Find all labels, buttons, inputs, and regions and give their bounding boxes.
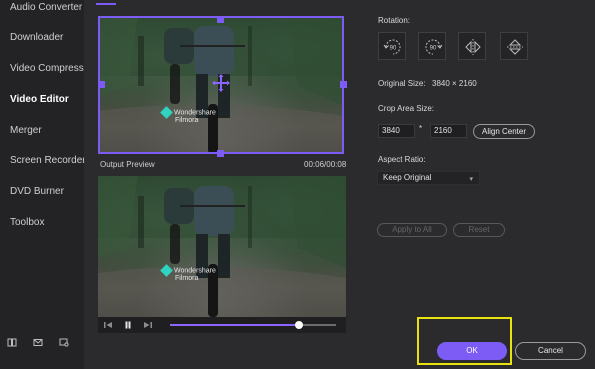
sidebar-item-audio-converter[interactable]: Audio Converter — [10, 2, 82, 13]
rotate-left-icon: 90 — [383, 39, 401, 55]
reset-button[interactable]: Reset — [453, 223, 505, 237]
cyclist — [164, 186, 245, 317]
chevron-down-icon: ▾ — [469, 176, 473, 183]
watermark: Wondershare — [160, 264, 216, 277]
crop-height-input[interactable]: 2160 — [430, 124, 467, 138]
crop-handle-left[interactable] — [98, 81, 105, 88]
rotate-right-icon: 90 — [425, 39, 443, 55]
move-cross-icon[interactable] — [212, 74, 230, 92]
timecode: 00:06/00:08 — [304, 160, 347, 169]
progress-fill — [170, 324, 300, 326]
crop-handle-top[interactable] — [217, 16, 224, 23]
original-size-value: 3840 × 2160 — [432, 79, 477, 88]
rotate-right-button[interactable]: 90 — [418, 32, 446, 60]
align-center-button[interactable]: Align Center — [473, 124, 535, 139]
watermark-line2: Filmora — [175, 275, 199, 282]
output-preview: Wondershare Filmora — [98, 176, 346, 317]
mail-icon[interactable] — [33, 338, 43, 347]
sidebar-item-dvd-burner[interactable]: DVD Burner — [10, 186, 64, 197]
pause-icon[interactable] — [123, 320, 133, 330]
sidebar-item-screen-recorder[interactable]: Screen Recorder — [10, 155, 86, 166]
book-icon[interactable] — [7, 338, 17, 347]
progress-track[interactable] — [170, 321, 336, 329]
aspect-ratio-label: Aspect Ratio: — [378, 155, 426, 164]
rotate-left-text: 90 — [390, 46, 397, 52]
sidebar: Audio Converter Downloader Video Compres… — [0, 0, 93, 369]
flip-horizontal-button[interactable] — [458, 32, 486, 60]
crop-width-input[interactable]: 3840 — [378, 124, 415, 138]
flip-vertical-button[interactable] — [500, 32, 528, 60]
flip-vertical-icon — [507, 39, 523, 55]
apply-to-all-button[interactable]: Apply to All — [377, 223, 447, 237]
rotate-right-text: 90 — [430, 46, 437, 52]
filmora-logo-icon — [160, 264, 173, 277]
crop-handle-bottom[interactable] — [217, 150, 224, 157]
sidebar-item-merger[interactable]: Merger — [10, 125, 42, 136]
rotate-left-button[interactable]: 90 — [378, 32, 406, 60]
highlight-annotation — [417, 317, 512, 365]
flip-horizontal-icon — [465, 39, 481, 55]
crop-handle-right[interactable] — [340, 81, 347, 88]
cancel-button[interactable]: Cancel — [515, 342, 586, 360]
next-frame-icon[interactable] — [143, 320, 153, 330]
rotation-label: Rotation: — [378, 16, 411, 25]
active-tab-indicator — [96, 3, 116, 5]
sidebar-item-video-compressor[interactable]: Video Compressor — [10, 63, 93, 74]
prev-frame-icon[interactable] — [103, 320, 113, 330]
crop-size-separator: * — [419, 124, 423, 133]
aspect-ratio-select[interactable]: Keep Original ▾ — [377, 171, 480, 185]
output-preview-label: Output Preview — [100, 160, 155, 169]
sidebar-item-toolbox[interactable]: Toolbox — [10, 217, 44, 228]
crop-area-size-label: Crop Area Size: — [378, 104, 435, 113]
sidebar-item-downloader[interactable]: Downloader — [10, 32, 63, 43]
aspect-ratio-value: Keep Original — [383, 173, 432, 182]
feedback-icon[interactable] — [59, 338, 69, 347]
sidebar-item-video-editor[interactable]: Video Editor — [10, 94, 69, 105]
original-size-label: Original Size: — [378, 79, 426, 88]
